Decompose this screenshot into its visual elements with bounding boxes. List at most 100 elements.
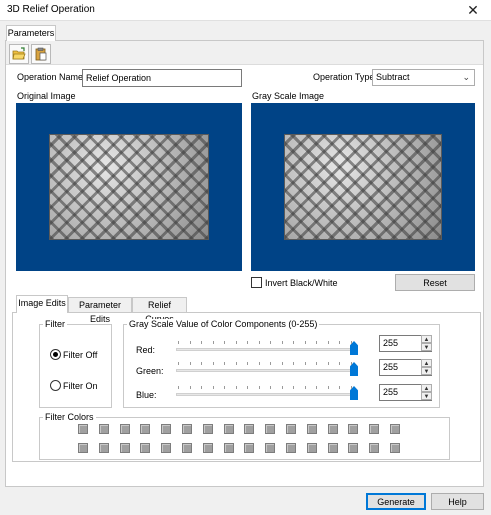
- open-button[interactable]: [9, 44, 29, 64]
- filter-group: [39, 324, 112, 408]
- filter-color-swatch[interactable]: [244, 424, 255, 434]
- filter-color-swatch[interactable]: [244, 443, 255, 453]
- red-value: 255: [383, 338, 399, 348]
- slider-tick: [316, 386, 317, 389]
- filter-color-swatch[interactable]: [78, 443, 88, 453]
- slider-tick: [304, 341, 306, 344]
- filter-color-swatch[interactable]: [369, 424, 380, 434]
- paste-icon: [35, 47, 47, 61]
- slider-tick: [304, 386, 306, 389]
- filter-color-swatch[interactable]: [223, 443, 234, 453]
- slider-tick: [178, 341, 179, 344]
- green-up-icon[interactable]: ▲: [421, 359, 432, 367]
- slider-tick: [293, 341, 294, 344]
- operation-type-select[interactable]: Subtract ⌄: [372, 69, 475, 86]
- red-up-icon[interactable]: ▲: [421, 335, 432, 343]
- slider-tick: [293, 386, 294, 389]
- slider-tick: [304, 362, 306, 365]
- blue-up-icon[interactable]: ▲: [421, 384, 432, 392]
- slider-tick: [212, 386, 214, 389]
- slider-tick: [235, 386, 237, 389]
- filter-on-label: Filter On: [63, 381, 98, 391]
- slider-tick: [235, 341, 237, 344]
- filter-color-swatch[interactable]: [348, 424, 359, 434]
- filter-color-swatch[interactable]: [286, 424, 296, 434]
- generate-button[interactable]: Generate: [366, 493, 426, 510]
- blue-spinbox[interactable]: 255 ▲ ▼: [379, 384, 432, 401]
- close-icon[interactable]: ✕: [463, 1, 483, 19]
- filter-on-radio[interactable]: [50, 380, 61, 391]
- tab-image-edits[interactable]: Image Edits: [16, 295, 68, 313]
- slider-tick: [350, 341, 352, 344]
- slider-tick: [201, 386, 202, 389]
- filter-color-swatch[interactable]: [202, 443, 213, 453]
- slider-tick: [281, 386, 283, 389]
- slider-tick: [316, 362, 317, 365]
- filter-color-swatch[interactable]: [265, 443, 276, 453]
- paste-button[interactable]: [31, 44, 51, 64]
- chevron-down-icon: ⌄: [462, 72, 470, 82]
- blue-slider-track[interactable]: [176, 393, 358, 396]
- slider-tick: [339, 341, 340, 344]
- filter-color-swatch[interactable]: [369, 443, 380, 453]
- tab-parameters[interactable]: Parameters: [6, 25, 56, 41]
- slider-tick: [201, 341, 202, 344]
- grayscale-image-label: Gray Scale Image: [252, 91, 325, 101]
- filter-color-swatch[interactable]: [182, 443, 192, 453]
- filter-color-swatch[interactable]: [306, 424, 317, 434]
- tab-parameter-edits[interactable]: Parameter Edits: [68, 297, 132, 324]
- tab-relief-curves[interactable]: Relief Curves: [132, 297, 187, 324]
- slider-tick: [281, 362, 283, 365]
- filter-color-swatch[interactable]: [327, 424, 338, 434]
- slider-tick: [189, 386, 191, 389]
- filter-color-swatch[interactable]: [327, 443, 338, 453]
- green-down-icon[interactable]: ▼: [421, 367, 432, 375]
- red-spinbox[interactable]: 255 ▲ ▼: [379, 335, 432, 352]
- filter-colors-title: Filter Colors: [43, 412, 96, 422]
- operation-type-value: Subtract: [376, 72, 410, 82]
- filter-color-swatch[interactable]: [140, 424, 151, 434]
- slider-tick: [327, 362, 329, 365]
- reset-button[interactable]: Reset: [395, 274, 475, 291]
- filter-color-swatch[interactable]: [78, 424, 88, 434]
- slider-tick: [201, 362, 202, 365]
- slider-tick: [339, 386, 340, 389]
- filter-color-swatch[interactable]: [390, 443, 400, 453]
- filter-color-swatch[interactable]: [202, 424, 213, 434]
- red-slider-track[interactable]: [176, 348, 358, 351]
- filter-color-swatch[interactable]: [161, 424, 172, 434]
- grayscale-image: [251, 103, 475, 271]
- filter-color-swatch[interactable]: [98, 443, 109, 453]
- grayscale-plate-image: [284, 134, 442, 240]
- filter-off-radio[interactable]: [50, 349, 61, 360]
- filter-color-swatch[interactable]: [119, 424, 130, 434]
- filter-color-swatch[interactable]: [348, 443, 359, 453]
- filter-color-swatch[interactable]: [223, 424, 234, 434]
- blue-label: Blue:: [136, 390, 157, 400]
- filter-color-swatch[interactable]: [265, 424, 276, 434]
- filter-color-swatch[interactable]: [286, 443, 296, 453]
- green-slider-track[interactable]: [176, 369, 358, 372]
- slider-tick: [339, 362, 340, 365]
- filter-color-swatch[interactable]: [182, 424, 192, 434]
- red-down-icon[interactable]: ▼: [421, 343, 432, 351]
- invert-checkbox[interactable]: [251, 277, 262, 288]
- filter-color-swatch[interactable]: [306, 443, 317, 453]
- blue-down-icon[interactable]: ▼: [421, 392, 432, 400]
- operation-type-label: Operation Type:: [313, 72, 377, 82]
- slider-tick: [327, 386, 329, 389]
- slider-tick: [224, 341, 225, 344]
- filter-color-swatch[interactable]: [161, 443, 172, 453]
- help-button[interactable]: Help: [431, 493, 484, 510]
- slider-tick: [212, 341, 214, 344]
- green-spinbox[interactable]: 255 ▲ ▼: [379, 359, 432, 376]
- filter-color-swatch[interactable]: [390, 424, 400, 434]
- operation-name-field[interactable]: Relief Operation: [82, 69, 242, 87]
- red-label: Red:: [136, 345, 156, 355]
- original-plate-image: [49, 134, 209, 240]
- invert-label: Invert Black/White: [265, 278, 338, 288]
- filter-color-swatch[interactable]: [140, 443, 151, 453]
- green-label: Green:: [136, 366, 164, 376]
- filter-color-swatch[interactable]: [98, 424, 109, 434]
- filter-color-swatch[interactable]: [119, 443, 130, 453]
